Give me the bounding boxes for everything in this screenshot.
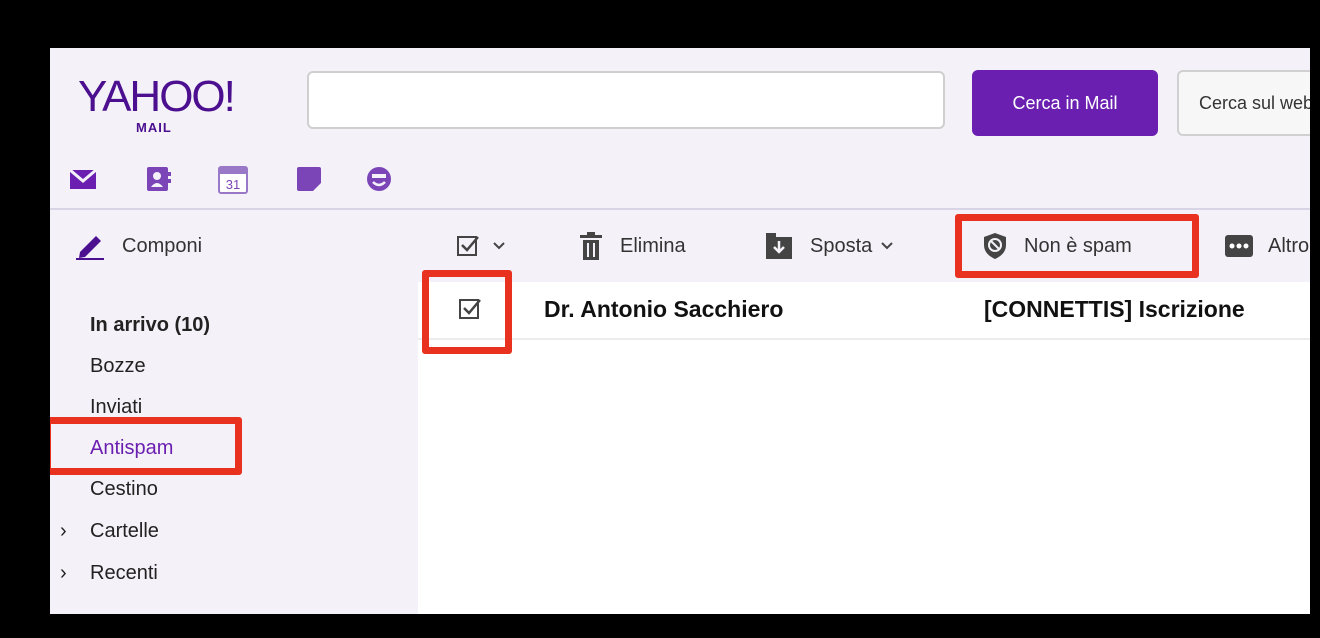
chevron-right-icon[interactable]: › bbox=[60, 560, 67, 586]
shield-icon bbox=[982, 232, 1008, 260]
folder-inbox[interactable]: In arrivo (10) bbox=[90, 312, 210, 338]
table-row[interactable]: Dr. Antonio Sacchiero [CONNETTIS] Iscriz… bbox=[418, 282, 1310, 340]
logo-subtext: MAIL bbox=[136, 120, 172, 135]
yahoo-mail-logo[interactable]: YAHOO! MAIL bbox=[78, 72, 258, 142]
folder-trash[interactable]: Cestino bbox=[90, 476, 158, 502]
contacts-icon[interactable] bbox=[143, 164, 173, 194]
row-checkbox[interactable] bbox=[458, 296, 484, 327]
delete-label: Elimina bbox=[620, 234, 686, 257]
search-input[interactable] bbox=[307, 71, 945, 129]
mail-icon[interactable] bbox=[68, 164, 98, 194]
pencil-icon bbox=[74, 232, 106, 260]
chevron-right-icon[interactable]: › bbox=[60, 518, 67, 544]
not-spam-label: Non è spam bbox=[1024, 234, 1132, 257]
select-all-dropdown[interactable] bbox=[456, 210, 506, 282]
calendar-day: 31 bbox=[226, 177, 240, 192]
search-web-button[interactable]: Cerca sul web bbox=[1177, 70, 1310, 136]
messenger-icon[interactable] bbox=[364, 164, 394, 194]
folder-sidebar: In arrivo (10) Bozze Inviati Antispam Ce… bbox=[50, 282, 418, 614]
notepad-icon[interactable] bbox=[294, 164, 324, 194]
checkbox-icon bbox=[456, 233, 482, 259]
message-list: Dr. Antonio Sacchiero [CONNETTIS] Iscriz… bbox=[418, 282, 1310, 614]
message-subject: [CONNETTIS] Iscrizione bbox=[984, 296, 1245, 322]
folder-recent[interactable]: Recenti bbox=[90, 560, 158, 586]
more-icon bbox=[1224, 233, 1254, 259]
mail-window: YAHOO! MAIL Cerca in Mail Cerca sul web … bbox=[50, 48, 1310, 614]
move-button[interactable]: Sposta bbox=[764, 210, 894, 282]
more-button[interactable]: Altro bbox=[1224, 210, 1309, 282]
trash-icon bbox=[578, 231, 604, 261]
toolbar: Componi Elimina Sposta Non è spam Altro bbox=[50, 210, 1310, 282]
compose-button[interactable]: Componi bbox=[74, 210, 202, 282]
folder-sent[interactable]: Inviati bbox=[90, 394, 142, 420]
move-label: Sposta bbox=[810, 234, 873, 257]
folder-drafts[interactable]: Bozze bbox=[90, 353, 146, 379]
move-folder-icon bbox=[764, 231, 794, 261]
logo-text: YAHOO! bbox=[78, 72, 236, 121]
folder-folders[interactable]: Cartelle bbox=[90, 518, 159, 544]
more-label: Altro bbox=[1268, 234, 1310, 257]
not-spam-button[interactable]: Non è spam bbox=[982, 210, 1132, 282]
header: YAHOO! MAIL Cerca in Mail Cerca sul web … bbox=[50, 48, 1310, 210]
calendar-icon[interactable]: 31 bbox=[217, 164, 249, 194]
search-mail-button[interactable]: Cerca in Mail bbox=[972, 70, 1158, 136]
delete-button[interactable]: Elimina bbox=[578, 210, 686, 282]
chevron-down-icon bbox=[492, 241, 506, 251]
folder-spam[interactable]: Antispam bbox=[90, 435, 173, 461]
chevron-down-icon bbox=[880, 241, 894, 251]
message-sender: Dr. Antonio Sacchiero bbox=[544, 296, 784, 322]
compose-label: Componi bbox=[122, 234, 203, 257]
